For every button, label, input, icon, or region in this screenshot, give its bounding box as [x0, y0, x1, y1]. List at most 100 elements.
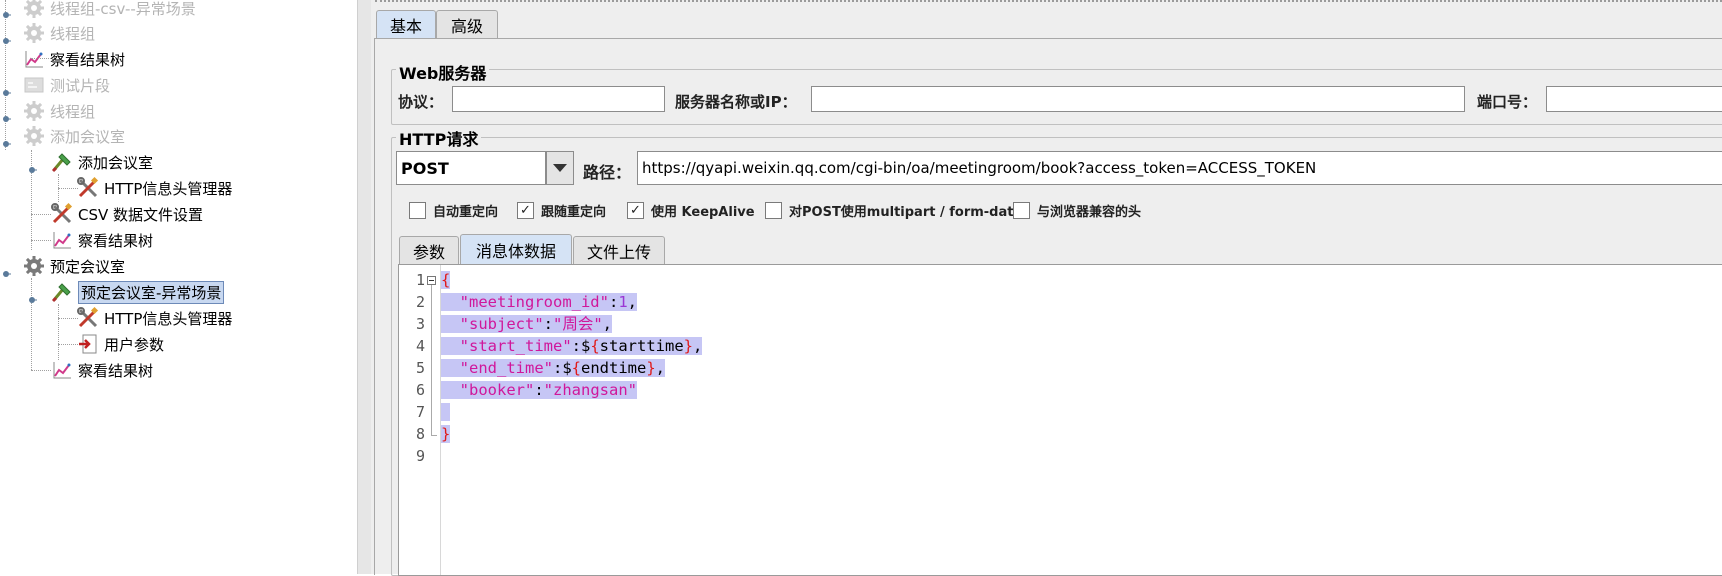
tree-item[interactable]: 线程组	[22, 99, 95, 123]
code-token: 1	[618, 293, 628, 311]
fold-toggle-icon[interactable]	[427, 276, 436, 285]
protocol-label: 协议：	[398, 93, 444, 111]
selection-highlight: }	[441, 425, 451, 443]
line-number: 3	[415, 315, 425, 333]
tree-item-label: HTTP信息头管理器	[104, 179, 233, 198]
tree-item-label: 线程组	[50, 102, 96, 121]
tree-item-label: 测试片段	[50, 76, 111, 95]
fold-guide-end	[431, 435, 437, 436]
method-select[interactable]: POST	[396, 151, 546, 185]
sampler-icon	[50, 150, 74, 174]
selection-highlight: "meetingroom_id":1,	[441, 293, 638, 311]
checkbox-follow-redirect[interactable]: ✓ 跟随重定向	[517, 201, 606, 220]
body-data-editor[interactable]: 123456789 { "meetingroom_id":1, "subject…	[398, 264, 1722, 576]
code-token: :$	[571, 337, 591, 355]
selection-highlight: {	[441, 271, 451, 289]
checkbox-label: 与浏览器兼容的头	[1037, 205, 1142, 220]
code-token: "meetingroom_id"	[441, 293, 609, 311]
port-label: 端口号：	[1477, 93, 1538, 111]
tree-connector-line	[31, 58, 51, 59]
checkbox-browser-compatible[interactable]: 与浏览器兼容的头	[1013, 201, 1141, 220]
tree-item[interactable]: 添加会议室	[22, 124, 125, 148]
selection-highlight: "booker":"zhangsan"	[441, 381, 637, 399]
code-token: starttime	[599, 337, 684, 355]
code-line	[441, 401, 451, 423]
tree-item-label: 预定会议室	[50, 257, 126, 276]
checkbox-label: 使用 KeepAlive	[651, 205, 755, 220]
protocol-input[interactable]	[452, 86, 665, 112]
tab-parameters-label: 参数	[412, 243, 445, 262]
code-token: "周会"	[553, 315, 603, 333]
tree-item[interactable]: 添加会议室	[50, 150, 153, 174]
code-token: "booker"	[441, 381, 535, 399]
tree-expand-handle[interactable]	[1, 84, 13, 96]
code-token: :$	[552, 359, 572, 377]
line-number: 2	[415, 293, 425, 311]
tree-item[interactable]: 线程组	[22, 21, 95, 45]
tree-item[interactable]: 察看结果树	[50, 228, 153, 252]
fragment-icon	[22, 73, 46, 97]
test-plan-tree[interactable]: 线程组-csv--异常场景 线程组 察看结果树 测试片段 线程组 添加会议室 添加会议室 HT…	[0, 0, 358, 574]
checkbox-auto-redirect[interactable]: 自动重定向	[409, 201, 498, 220]
code-token: ,	[602, 315, 613, 333]
line-number: 7	[415, 403, 425, 421]
tree-item[interactable]: CSV 数据文件设置	[50, 202, 203, 226]
tree-item-label: 察看结果树	[50, 50, 126, 69]
split-pane-divider[interactable]	[357, 0, 372, 574]
checkbox-keepalive[interactable]: ✓ 使用 KeepAlive	[627, 201, 755, 220]
checkbox-label: 对POST使用multipart / form-data	[789, 205, 1023, 220]
tree-connector-line	[58, 304, 59, 360]
checkbox-box[interactable]	[409, 202, 426, 219]
tree-expand-handle[interactable]	[1, 265, 13, 277]
code-token: }	[683, 337, 694, 355]
method-dropdown-button[interactable]	[546, 151, 574, 185]
check-icon[interactable]: ✓	[627, 202, 644, 219]
tree-item[interactable]: 线程组-csv--异常场景	[22, 0, 196, 20]
tree-item[interactable]: 察看结果树	[22, 47, 125, 71]
check-icon[interactable]: ✓	[517, 202, 534, 219]
tree-expand-handle[interactable]	[1, 6, 13, 18]
code-line: "start_time":${starttime},	[441, 335, 703, 357]
tree-item[interactable]: 预定会议室-异常场景	[50, 280, 225, 304]
server-label: 服务器名称或IP：	[675, 93, 797, 111]
tree-item[interactable]: 测试片段	[22, 73, 110, 97]
tab-file-upload-label: 文件上传	[586, 243, 651, 262]
tree-item[interactable]: HTTP信息头管理器	[76, 306, 232, 330]
code-line: "meetingroom_id":1,	[441, 291, 638, 313]
gear-icon	[22, 254, 46, 278]
method-value: POST	[401, 158, 449, 178]
tree-item-label: 线程组	[50, 24, 96, 43]
path-input[interactable]: https://qyapi.weixin.qq.com/cgi-bin/oa/m…	[637, 151, 1722, 185]
tree-item-label: 添加会议室	[50, 127, 126, 146]
top-strip	[375, 0, 1722, 5]
checkbox-box[interactable]	[765, 202, 782, 219]
tree-expand-handle[interactable]	[1, 110, 13, 122]
code-token: "start_time"	[441, 337, 572, 355]
tree-connector-line	[31, 370, 51, 371]
code-line: "subject":"周会",	[441, 313, 613, 335]
tab-body-data[interactable]: 消息体数据	[460, 234, 572, 265]
tab-basic[interactable]: 基本	[376, 10, 436, 39]
tree-item[interactable]: HTTP信息头管理器	[76, 176, 232, 200]
tab-file-upload[interactable]: 文件上传	[573, 236, 665, 265]
tree-item[interactable]: 察看结果树	[50, 358, 153, 382]
tree-connector-line	[31, 214, 51, 215]
port-input[interactable]	[1546, 86, 1722, 112]
checkbox-label: 自动重定向	[433, 205, 499, 220]
tree-expand-handle[interactable]	[1, 32, 13, 44]
tree-expand-handle[interactable]	[27, 161, 39, 173]
gear-icon	[22, 124, 46, 148]
checkbox-multipart[interactable]: 对POST使用multipart / form-data	[765, 201, 1022, 220]
selection-highlight: "start_time":${starttime},	[441, 337, 703, 355]
tab-parameters[interactable]: 参数	[399, 236, 459, 265]
tree-item[interactable]: 用户参数	[76, 332, 164, 356]
checkbox-box[interactable]	[1013, 202, 1030, 219]
tree-expand-handle[interactable]	[1, 135, 13, 147]
sampler-icon	[50, 280, 74, 304]
tree-item[interactable]: 预定会议室	[22, 254, 125, 278]
tab-advanced[interactable]: 高级	[436, 10, 498, 39]
server-input[interactable]	[811, 86, 1465, 112]
tree-expand-handle[interactable]	[27, 291, 39, 303]
tree-connector-line	[58, 318, 78, 319]
gear-icon	[22, 21, 46, 45]
